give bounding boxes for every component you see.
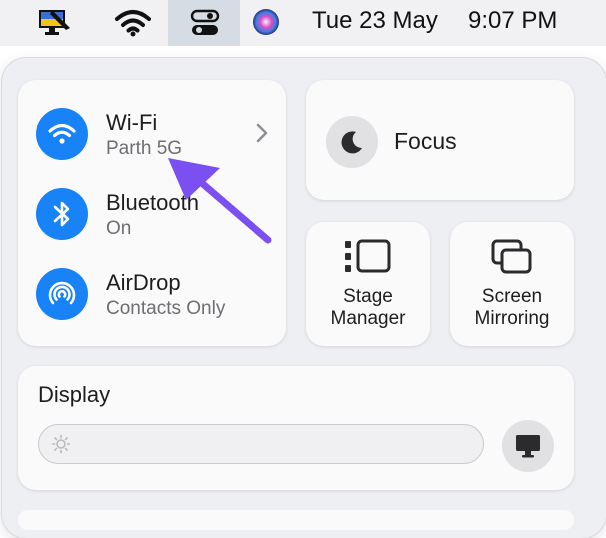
screen-mirroring-icon [491, 239, 532, 274]
airdrop-subtitle: Contacts Only [106, 298, 226, 319]
menu-time[interactable]: 9:07 PM [468, 7, 557, 35]
bluetooth-subtitle: On [106, 218, 132, 239]
bluetooth-title: Bluetooth [106, 190, 199, 215]
stage-manager-icon [345, 239, 391, 273]
airdrop-icon [48, 281, 76, 305]
display-label: Display [38, 382, 111, 407]
wifi-icon[interactable] [114, 9, 152, 37]
wifi-subtitle: Parth 5G [106, 138, 183, 159]
stage-manager-label-line1: Stage [343, 286, 393, 307]
wifi-title: Wi-Fi [106, 110, 158, 135]
siri-icon[interactable] [250, 6, 282, 38]
wifi-toggle[interactable] [36, 108, 88, 160]
focus-toggle[interactable] [326, 116, 378, 168]
next-tile-peek [18, 510, 574, 530]
brightness-slider[interactable] [38, 424, 484, 464]
screen-mirroring-label-line1: Screen [481, 286, 543, 307]
stage-manager-tile[interactable]: Stage Manager [306, 222, 430, 346]
bluetooth-row[interactable]: Bluetooth On [18, 174, 286, 254]
menu-bar: Tue 23 May 9:07 PM [0, 0, 606, 46]
bluetooth-toggle[interactable] [36, 188, 88, 240]
airdrop-row[interactable]: AirDrop Contacts Only [18, 254, 286, 334]
display-icon [516, 435, 540, 458]
wifi-row[interactable]: Wi-Fi Parth 5G [18, 80, 286, 160]
airdrop-toggle[interactable] [36, 268, 88, 320]
display-tile: Display [18, 366, 574, 490]
flag-monitor-icon[interactable] [38, 8, 72, 36]
control-center-icon[interactable] [190, 8, 220, 38]
screen-mirroring-label: Screen Mirroring [450, 286, 574, 330]
chevron-right-icon[interactable] [254, 122, 270, 144]
stage-manager-label: Stage Manager [306, 286, 430, 330]
screen-mirroring-label-line2: Mirroring [474, 308, 550, 329]
airdrop-title: AirDrop [106, 270, 181, 295]
screen-mirroring-tile[interactable]: Screen Mirroring [450, 222, 574, 346]
wifi-icon [48, 123, 76, 144]
menu-date[interactable]: Tue 23 May [312, 7, 438, 35]
display-settings-button[interactable] [502, 420, 554, 472]
stage-manager-label-line2: Manager [330, 308, 406, 329]
connectivity-tile: Wi-Fi Parth 5G Bluetooth On AirDrop Cont… [18, 80, 286, 346]
focus-label: Focus [394, 128, 457, 154]
moon-icon [341, 131, 362, 154]
bluetooth-icon [53, 201, 70, 227]
focus-tile[interactable]: Focus [306, 80, 574, 200]
sun-icon [51, 434, 71, 454]
